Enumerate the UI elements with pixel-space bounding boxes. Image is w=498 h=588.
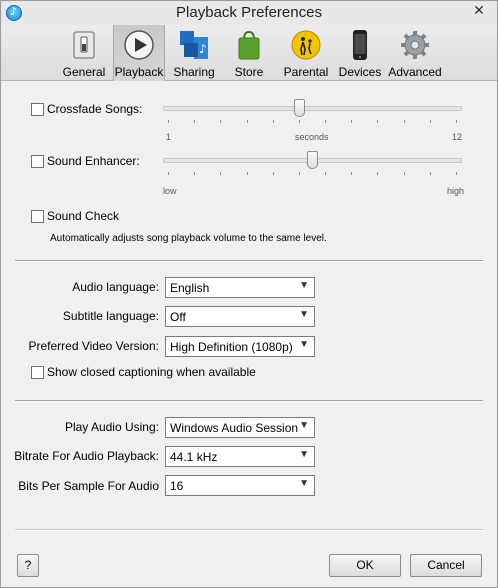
play-icon [124, 30, 154, 60]
tab-advanced-label: Advanced [388, 65, 442, 79]
slider-tick [247, 172, 248, 175]
slider-tick [220, 172, 221, 175]
sound-check-label: Sound Check [47, 209, 120, 223]
slider-tick [404, 120, 405, 123]
bitrate-label: Bitrate For Audio Playback: [14, 449, 159, 463]
store-bag-icon [238, 30, 260, 60]
slider-tick [220, 120, 221, 123]
slider-tick [351, 172, 352, 175]
crossfade-slider-track[interactable] [163, 106, 462, 111]
slider-tick [404, 172, 405, 175]
slider-tick [351, 120, 352, 123]
title-bar: Playback Preferences ✕ [1, 1, 497, 25]
sound-enhancer-label: Sound Enhancer: [47, 154, 140, 168]
audio-language-value: English [170, 281, 210, 295]
sound-check-checkbox[interactable] [31, 210, 44, 223]
closed-captioning-label: Show closed captioning when available [47, 365, 256, 379]
sharing-icon: ♪ [180, 31, 208, 59]
tab-playback-label: Playback [114, 65, 164, 79]
preferred-video-value: High Definition (1080p) [170, 340, 293, 354]
slider-tick [168, 120, 169, 123]
cancel-button[interactable]: Cancel [410, 554, 482, 577]
footer-divider [15, 529, 483, 531]
bitrate-select[interactable]: 44.1 kHz ▼ [165, 446, 315, 467]
crossfade-checkbox[interactable] [31, 103, 44, 116]
chevron-down-icon: ▼ [299, 449, 309, 460]
gear-icon [401, 31, 429, 59]
sound-check-description: Automatically adjusts song playback volu… [50, 233, 327, 244]
parental-icon [291, 30, 321, 60]
tab-devices[interactable]: Devices [337, 27, 383, 79]
subtitle-language-label: Subtitle language: [62, 309, 159, 323]
slider-tick [194, 120, 195, 123]
svg-text:♪: ♪ [199, 42, 207, 56]
audio-language-select[interactable]: English ▼ [165, 277, 315, 298]
chevron-down-icon: ▼ [299, 309, 309, 320]
audio-language-label: Audio language: [72, 280, 159, 294]
tab-parental-label: Parental [283, 65, 329, 79]
tab-general[interactable]: General [61, 27, 107, 79]
play-audio-using-select[interactable]: Windows Audio Session ▼ [165, 417, 315, 438]
tab-playback[interactable]: Playback [113, 25, 165, 81]
crossfade-slider-thumb[interactable] [294, 99, 305, 117]
chevron-down-icon: ▼ [299, 339, 309, 350]
slider-tick [168, 172, 169, 175]
window-title: Playback Preferences [176, 4, 322, 21]
sound-enhancer-max-label: high [447, 186, 465, 196]
subtitle-language-select[interactable]: Off ▼ [165, 306, 315, 327]
slider-tick [456, 120, 457, 123]
chevron-down-icon: ▼ [299, 420, 309, 431]
bits-per-sample-value: 16 [170, 479, 184, 493]
tab-sharing[interactable]: ♪ Sharing [171, 27, 217, 79]
slider-tick [273, 172, 274, 175]
crossfade-max-label: 12 [452, 132, 463, 142]
slider-tick [194, 172, 195, 175]
bitrate-value: 44.1 kHz [170, 450, 218, 464]
help-button[interactable]: ? [17, 554, 39, 577]
section-divider [15, 400, 483, 402]
slider-tick [299, 120, 300, 123]
crossfade-mid-label: seconds [295, 132, 329, 142]
subtitle-language-value: Off [170, 310, 186, 324]
sound-enhancer-slider-thumb[interactable] [307, 151, 318, 169]
sound-enhancer-checkbox[interactable] [31, 155, 44, 168]
slider-tick [430, 120, 431, 123]
tab-parental[interactable]: Parental [281, 27, 331, 79]
crossfade-min-label: 1 [166, 132, 172, 142]
play-audio-using-label: Play Audio Using: [64, 420, 159, 434]
slider-tick [377, 120, 378, 123]
play-audio-using-value: Windows Audio Session [170, 421, 299, 435]
bits-per-sample-select[interactable]: 16 ▼ [165, 475, 315, 496]
switch-icon [73, 31, 95, 59]
phone-icon [353, 30, 367, 60]
tab-devices-label: Devices [338, 65, 382, 79]
slider-tick [325, 120, 326, 123]
preferences-window: Playback Preferences ✕ General Playback [0, 0, 498, 588]
playback-panel: Crossfade Songs: 1 seconds 12 Sound Enha… [1, 82, 497, 587]
crossfade-label: Crossfade Songs: [47, 102, 143, 116]
slider-tick [430, 172, 431, 175]
slider-tick [247, 120, 248, 123]
tab-advanced[interactable]: Advanced [387, 27, 443, 79]
tab-sharing-label: Sharing [173, 65, 215, 79]
tab-store-label: Store [234, 65, 264, 79]
section-divider [15, 260, 483, 262]
preferences-toolbar: General Playback ♪ Sharing Store Parenta… [1, 25, 497, 81]
slider-tick [299, 172, 300, 175]
slider-tick [273, 120, 274, 123]
chevron-down-icon: ▼ [299, 280, 309, 291]
slider-tick [377, 172, 378, 175]
slider-tick [325, 172, 326, 175]
tab-store[interactable]: Store [229, 27, 269, 79]
close-button[interactable]: ✕ [464, 1, 494, 19]
ok-button[interactable]: OK [329, 554, 401, 577]
closed-captioning-checkbox[interactable] [31, 366, 44, 379]
chevron-down-icon: ▼ [299, 478, 309, 489]
slider-tick [456, 172, 457, 175]
tab-general-label: General [62, 65, 106, 79]
bits-per-sample-label: Bits Per Sample For Audio [18, 479, 159, 493]
preferred-video-label: Preferred Video Version: [28, 339, 159, 353]
preferred-video-select[interactable]: High Definition (1080p) ▼ [165, 336, 315, 357]
sound-enhancer-min-label: low [163, 186, 177, 196]
